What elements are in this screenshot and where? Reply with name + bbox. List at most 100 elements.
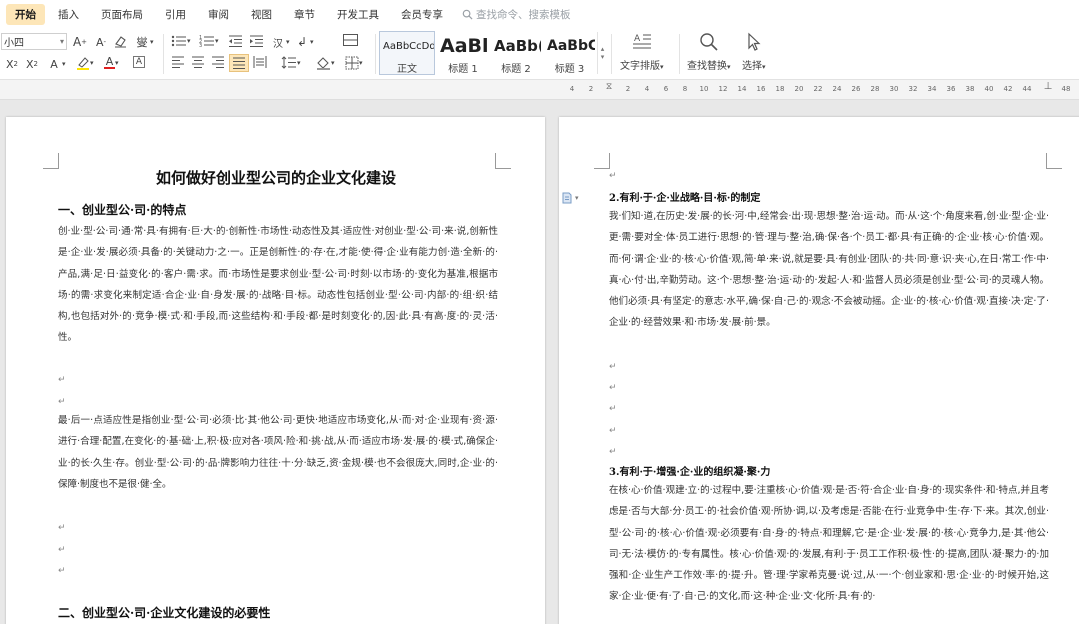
section-heading: 2.有利·于·企·业战略·目·标·的制定: [609, 193, 761, 204]
paragraph-mark-icon: ↵: [58, 523, 66, 533]
decrease-indent-icon[interactable]: [228, 34, 243, 48]
clear-format-icon[interactable]: [113, 34, 128, 48]
ruler-tick: 6: [663, 85, 669, 93]
styles-scroll[interactable]: ▴ ▾: [597, 32, 607, 74]
margin-corner: [594, 153, 610, 169]
ruler-tick: 22: [813, 85, 823, 93]
ruler-tick: 44: [1022, 85, 1032, 93]
paragraph-mark-icon: ↵: [609, 362, 617, 372]
ruler-tick: 4: [569, 85, 575, 93]
borders-icon[interactable]: ▾: [345, 56, 363, 70]
font-size-select[interactable]: 小四 ▾: [1, 33, 67, 50]
style-sample: AaBbC: [547, 38, 596, 54]
paragraph-mark-icon: ↵: [58, 545, 66, 555]
page-1[interactable]: 如何做好创业型公司的企业文化建设 一、创业型公·司·的特点 创·业·型·公·司·…: [6, 117, 545, 624]
text-layout-label: 文字排版: [620, 61, 660, 72]
paragraph: 我·们知·道,在历史·发·展·的长·河·中,经常会·出·现·思想·整·治·运·动…: [609, 211, 1049, 329]
justify-icon[interactable]: [229, 54, 249, 72]
ruler-tick: 48: [1061, 85, 1071, 93]
style-normal[interactable]: AaBbCcDd 正文: [379, 31, 435, 75]
tab-page-layout[interactable]: 页面布局: [92, 4, 152, 25]
ruler-tick: 30: [889, 85, 899, 93]
ruler-tick: 14: [737, 85, 747, 93]
style-caption: 标题 3: [554, 64, 585, 75]
chevron-down-icon: ▾: [59, 37, 64, 46]
ruler-tick: 2: [588, 85, 594, 93]
style-sample: AaBbCcDd: [383, 40, 435, 52]
line-break-icon[interactable]: ↲ ▾: [294, 34, 314, 50]
style-heading-2[interactable]: AaBb( 标题 2: [490, 31, 542, 75]
ruler-tick: 32: [908, 85, 918, 93]
search-icon: [462, 9, 473, 20]
paragraph-mark-icon: ↵: [58, 566, 66, 576]
right-indent-marker-icon[interactable]: ⊥: [1044, 81, 1053, 92]
menu-bar: 开始 插入 页面布局 引用 审阅 视图 章节 开发工具 会员专享 查找命令、搜索…: [0, 0, 1079, 28]
style-caption: 标题 2: [501, 64, 531, 75]
increase-font-icon[interactable]: A +: [72, 34, 88, 50]
tab-insert[interactable]: 插入: [49, 4, 88, 25]
search-icon: [700, 33, 718, 51]
ruler-tick: 4: [644, 85, 650, 93]
subscript-icon[interactable]: X2: [24, 56, 40, 72]
command-search[interactable]: 查找命令、搜索模板: [462, 7, 571, 22]
distributed-align-icon[interactable]: [253, 56, 267, 68]
paragraph-mark-icon: ↵: [609, 171, 617, 181]
style-sample: AaBb(: [494, 37, 542, 55]
chinese-layout-icon[interactable]: 汉 ▾: [270, 34, 290, 50]
tab-view[interactable]: 视图: [242, 4, 281, 25]
style-heading-1[interactable]: AaBl 标题 1: [436, 31, 490, 75]
svg-text:3: 3: [199, 43, 202, 48]
superscript-icon[interactable]: X2: [4, 56, 20, 72]
document-outline-icon[interactable]: ▾: [561, 192, 585, 204]
increase-indent-icon[interactable]: [249, 34, 264, 48]
line-spacing-icon[interactable]: ▾: [281, 56, 301, 69]
style-heading-3[interactable]: AaBbC 标题 3: [543, 31, 596, 75]
char-border-icon[interactable]: A: [133, 56, 145, 68]
margin-corner: [495, 153, 511, 169]
tab-member[interactable]: 会员专享: [392, 4, 452, 25]
chevron-up-icon: ▴: [600, 45, 605, 53]
ruler-tick: 20: [794, 85, 804, 93]
indent-marker-icon[interactable]: ⧖: [606, 82, 612, 92]
margin-corner: [1046, 153, 1062, 169]
ruler-tick: 34: [927, 85, 937, 93]
ruler-tick: 12: [718, 85, 728, 93]
paragraph: 最·后一·点适应性是指创业·型·公·司·必须·比·其·他公·司·更快·地适应市场…: [58, 415, 498, 490]
table-insert-icon[interactable]: [343, 34, 358, 46]
tab-references[interactable]: 引用: [156, 4, 195, 25]
ruler-tick: 38: [965, 85, 975, 93]
style-sample: AaBl: [440, 35, 489, 57]
align-center-icon[interactable]: [191, 56, 205, 68]
decrease-font-icon[interactable]: A-: [93, 34, 109, 50]
text-layout-button[interactable]: A 文字排版▾: [620, 32, 664, 72]
highlight-icon[interactable]: ▾: [76, 56, 94, 70]
ruler-tick: 24: [832, 85, 842, 93]
shading-icon[interactable]: ▾: [316, 56, 335, 70]
find-replace-button[interactable]: 查找替换▾: [687, 32, 731, 72]
tab-developer[interactable]: 开发工具: [328, 4, 388, 25]
align-right-icon[interactable]: [211, 56, 225, 68]
numbered-list-icon[interactable]: 1 2 3 ▾: [199, 34, 219, 48]
phonetic-guide-icon[interactable]: 燮 ▾: [134, 34, 154, 50]
document-area[interactable]: 如何做好创业型公司的企业文化建设 一、创业型公·司·的特点 创·业·型·公·司·…: [0, 101, 1079, 624]
tab-home[interactable]: 开始: [6, 3, 45, 25]
horizontal-ruler[interactable]: 4 2 ⧖ 2 4 6 8 10 12 14 16 18 20 22 24 26…: [0, 80, 1079, 100]
bullet-list-icon[interactable]: ▾: [171, 34, 191, 48]
page-2[interactable]: ↵ 2.有利·于·企·业战略·目·标·的制定 我·们知·道,在历史·发·展·的长…: [559, 117, 1079, 624]
ruler-tick: 2: [625, 85, 631, 93]
align-left-icon[interactable]: [171, 56, 185, 68]
ruler-tick: 26: [851, 85, 861, 93]
cursor-icon: [748, 32, 761, 51]
text-layout-icon: A: [632, 34, 651, 49]
svg-text:A: A: [634, 34, 641, 44]
font-color-icon[interactable]: A ▾: [104, 56, 119, 69]
paragraph-mark-icon: ↵: [609, 383, 617, 393]
section-heading-1: 一、创业型公·司·的特点: [58, 203, 187, 217]
section-heading: 3.有利·于·增强·企·业的组织凝·聚·力: [609, 467, 771, 478]
tab-section[interactable]: 章节: [285, 4, 324, 25]
ruler-tick: 8: [682, 85, 688, 93]
style-caption: 正文: [397, 64, 417, 75]
tab-review[interactable]: 审阅: [199, 4, 238, 25]
text-effect-icon[interactable]: A ▾: [46, 56, 65, 72]
select-button[interactable]: 选择▾: [742, 32, 766, 72]
